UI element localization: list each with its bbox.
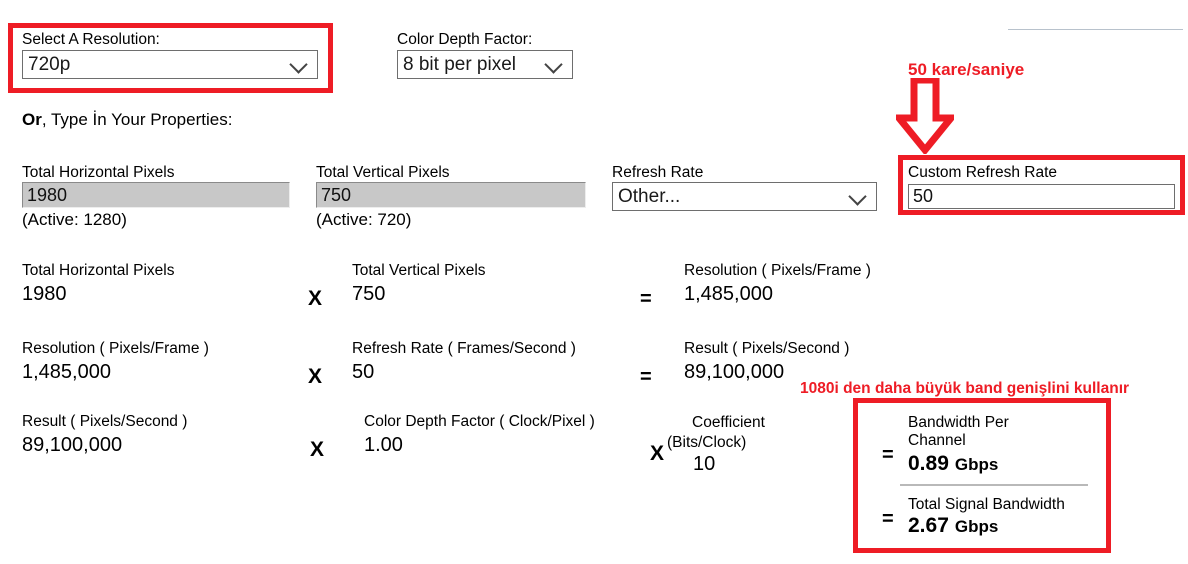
bandwidth-per-channel-label-line2: Channel	[908, 432, 966, 449]
total-vertical-pixels-value: 750	[321, 184, 352, 205]
bandwidth-calculator-page: Select A Resolution: 720p Color Depth Fa…	[0, 0, 1188, 564]
calc-row-1-operand-b-label: Total Vertical Pixels	[352, 262, 486, 279]
calc-row-1-operand-a-label: Total Horizontal Pixels	[22, 262, 175, 279]
total-signal-bandwidth-unit: Gbps	[954, 517, 999, 536]
calc-row-3-coefficient-units: (Bits/Clock)	[667, 434, 747, 451]
total-horizontal-pixels-value: 1980	[27, 184, 68, 205]
calc-row-2-operand-a-value: 1,485,000	[22, 361, 111, 383]
calc-row-1-operator-multiply: X	[308, 287, 323, 310]
calc-row-1-result-label: Resolution ( Pixels/Frame )	[684, 262, 871, 279]
bandwidth-per-channel-label-line1: Bandwidth Per	[908, 414, 1009, 431]
total-signal-bandwidth-value: 2.67	[908, 514, 949, 537]
resolution-select-label: Select A Resolution:	[22, 31, 160, 48]
total-vertical-pixels-active-note: (Active: 720)	[316, 210, 412, 229]
bandwidth-per-channel-value: 0.89	[908, 452, 949, 475]
total-horizontal-pixels-input[interactable]: 1980	[22, 182, 290, 208]
bandwidth-per-channel-unit: Gbps	[954, 455, 999, 474]
calc-row-1-operand-b-value: 750	[352, 283, 386, 305]
color-depth-select-label: Color Depth Factor:	[397, 31, 533, 48]
chevron-down-icon	[848, 190, 870, 203]
calc-row-3-operand-a-label: Result ( Pixels/Second )	[22, 413, 188, 430]
calc-row-3-operator-multiply-1: X	[310, 438, 325, 461]
resolution-select[interactable]: 720p	[22, 50, 318, 79]
header-divider	[1008, 29, 1183, 30]
arrow-down-icon	[891, 76, 959, 156]
calc-row-2-operand-a-label: Resolution ( Pixels/Frame )	[22, 340, 209, 357]
results-equals-channel: =	[882, 444, 894, 466]
annotation-bandwidth-note: 1080i den daha büyük band genişlini kull…	[800, 380, 1130, 397]
total-vertical-pixels-input[interactable]: 750	[316, 182, 586, 208]
refresh-rate-select[interactable]: Other...	[612, 182, 877, 211]
calc-row-1-operator-equals: =	[640, 288, 652, 310]
calc-row-1-operand-a-value: 1980	[22, 283, 67, 305]
calc-row-3-operand-b-label: Color Depth Factor ( Clock/Pixel )	[364, 413, 595, 430]
or-rest-text: , Type İn Your Properties:	[41, 110, 233, 129]
calc-row-2-operator-equals: =	[640, 366, 652, 388]
chevron-down-icon	[544, 58, 566, 71]
calc-row-3-operator-multiply-2: X	[650, 442, 665, 465]
calc-row-3-coefficient-label: Coefficient	[692, 414, 765, 431]
custom-refresh-rate-input[interactable]: 50	[908, 184, 1175, 209]
refresh-rate-label: Refresh Rate	[612, 164, 704, 181]
annotation-frames-per-second: 50 kare/saniye	[908, 60, 1025, 79]
type-properties-heading: Or, Type İn Your Properties:	[22, 110, 232, 130]
calc-row-2-operand-b-value: 50	[352, 361, 375, 383]
calc-row-2-operand-b-label: Refresh Rate ( Frames/Second )	[352, 340, 576, 357]
calc-row-2-operator-multiply: X	[308, 365, 323, 388]
calc-row-3-operand-a-value: 89,100,000	[22, 434, 123, 456]
total-horizontal-pixels-label: Total Horizontal Pixels	[22, 164, 175, 181]
color-depth-select[interactable]: 8 bit per pixel	[397, 50, 573, 79]
refresh-rate-value: Other...	[618, 185, 681, 207]
calc-row-1-result-value: 1,485,000	[684, 283, 773, 305]
or-bold-text: Or	[22, 110, 42, 129]
calc-row-3-operand-b-value: 1.00	[364, 434, 403, 456]
results-equals-total: =	[882, 508, 894, 530]
total-signal-bandwidth-label: Total Signal Bandwidth	[908, 496, 1065, 513]
custom-refresh-rate-label: Custom Refresh Rate	[908, 164, 1058, 181]
calc-row-2-result-value: 89,100,000	[684, 361, 785, 383]
custom-refresh-rate-value: 50	[913, 186, 934, 206]
calc-row-2-result-label: Result ( Pixels/Second )	[684, 340, 850, 357]
total-horizontal-pixels-active-note: (Active: 1280)	[22, 210, 127, 229]
chevron-down-icon	[289, 58, 311, 71]
color-depth-select-value: 8 bit per pixel	[403, 53, 517, 75]
results-divider	[900, 484, 1088, 486]
bandwidth-per-channel-result: 0.89 Gbps	[908, 452, 998, 476]
total-vertical-pixels-label: Total Vertical Pixels	[316, 164, 450, 181]
resolution-select-value: 720p	[28, 53, 71, 75]
total-signal-bandwidth-result: 2.67 Gbps	[908, 514, 998, 538]
calc-row-3-coefficient-value: 10	[693, 453, 716, 475]
